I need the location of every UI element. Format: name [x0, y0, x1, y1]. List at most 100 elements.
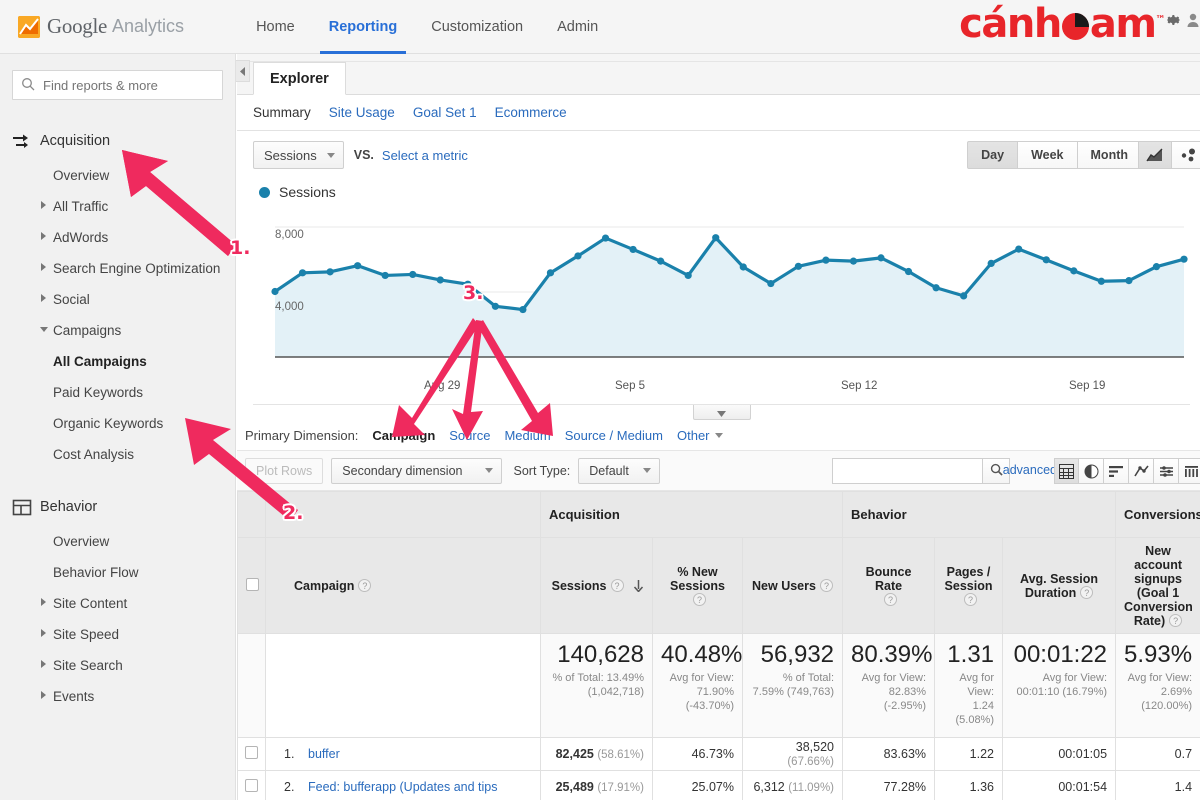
- chart-legend: Sessions: [237, 179, 1200, 205]
- row-checkbox-cell[interactable]: [237, 770, 266, 800]
- column-header-goal-conversion-rate[interactable]: New account signups (Goal 1 Conversion R…: [1115, 537, 1200, 634]
- chart-slider-handle[interactable]: [692, 405, 751, 420]
- performance-view-icon[interactable]: [1104, 458, 1129, 484]
- column-header-avg-session-duration[interactable]: Avg. Session Duration?: [1002, 537, 1117, 634]
- column-header-campaign[interactable]: Campaign?: [265, 537, 541, 634]
- line-chart-icon[interactable]: [1138, 141, 1172, 169]
- row-checkbox[interactable]: [245, 779, 258, 792]
- subtab-ecommerce[interactable]: Ecommerce: [495, 105, 567, 120]
- sidebar-item-organic-keywords[interactable]: Organic Keywords: [0, 408, 235, 439]
- metric-select[interactable]: Sessions: [253, 141, 344, 169]
- secondary-dimension-label: Secondary dimension: [342, 463, 463, 478]
- x-tick-sep5: Sep 5: [615, 380, 646, 392]
- row-dimension-cell[interactable]: 1. buffer: [265, 737, 541, 771]
- sidebar-item-acquisition[interactable]: Acquisition: [0, 122, 235, 160]
- brand-part-2: ánh: [981, 1, 1062, 47]
- sessions-line-chart[interactable]: 8,000 4,000: [253, 205, 1190, 380]
- sort-type-select[interactable]: Default: [578, 457, 660, 484]
- column-header-sessions[interactable]: Sessions?: [540, 537, 653, 634]
- help-icon[interactable]: ?: [884, 593, 898, 606]
- table-row[interactable]: 1. buffer 82,425 (58.61%) 46.73% 38,520 (…: [237, 737, 1200, 771]
- plot-rows-button[interactable]: Plot Rows: [245, 457, 324, 484]
- select-a-metric-link[interactable]: Select a metric: [382, 148, 468, 163]
- google-analytics-screen: Google Analytics Home Reporting Customiz…: [0, 0, 1200, 800]
- sidebar-item-campaigns[interactable]: Campaigns: [0, 315, 235, 346]
- x-tick-sep12: Sep 12: [841, 380, 878, 392]
- granularity-day[interactable]: Day: [967, 141, 1019, 169]
- pie-view-icon[interactable]: [1079, 458, 1104, 484]
- pivot-view-icon[interactable]: [1179, 458, 1200, 484]
- sidebar-item-all-traffic[interactable]: All Traffic: [0, 191, 235, 222]
- select-all-checkbox-cell[interactable]: [237, 537, 266, 634]
- comparison-view-icon[interactable]: [1129, 458, 1154, 484]
- row-conversion-rate: 0.7: [1115, 737, 1200, 771]
- sidebar-item-all-campaigns[interactable]: All Campaigns: [0, 346, 235, 377]
- row-checkbox[interactable]: [245, 746, 258, 759]
- granularity-week[interactable]: Week: [1018, 141, 1078, 169]
- help-icon[interactable]: ?: [610, 579, 624, 592]
- column-header-bounce-rate[interactable]: Bounce Rate?: [842, 537, 936, 634]
- tab-explorer[interactable]: Explorer: [253, 62, 346, 95]
- column-header-pages-session[interactable]: Pages / Session?: [934, 537, 1004, 634]
- sidebar-item-behavior-flow[interactable]: Behavior Flow: [0, 557, 235, 588]
- primary-dimension-source[interactable]: Source: [449, 428, 490, 443]
- sidebar-item-behavior-overview[interactable]: Overview: [0, 526, 235, 557]
- row-dimension-cell[interactable]: 2. Feed: bufferapp (Updates and tips: [265, 770, 541, 800]
- sidebar-item-seo[interactable]: Search Engine Optimization: [0, 253, 235, 284]
- column-header-new-sessions[interactable]: % New Sessions?: [652, 537, 743, 634]
- sidebar-item-events[interactable]: Events: [0, 681, 235, 712]
- primary-dimension-other-link[interactable]: Other: [677, 428, 710, 443]
- row-checkbox-cell[interactable]: [237, 737, 266, 771]
- help-icon[interactable]: ?: [819, 579, 833, 592]
- nav-admin[interactable]: Admin: [540, 0, 615, 54]
- sidebar-item-site-search[interactable]: Site Search: [0, 650, 235, 681]
- table-search[interactable]: [832, 458, 1010, 484]
- sidebar-item-behavior[interactable]: Behavior: [0, 488, 235, 526]
- motion-chart-icon[interactable]: [1172, 141, 1200, 169]
- nav-home[interactable]: Home: [239, 0, 312, 54]
- nav-customization[interactable]: Customization: [414, 0, 540, 54]
- help-icon[interactable]: ?: [1169, 614, 1183, 627]
- row-conversion-rate: 1.4: [1115, 770, 1200, 800]
- nav-reporting[interactable]: Reporting: [312, 0, 414, 54]
- primary-dimension-campaign[interactable]: Campaign: [372, 428, 435, 443]
- acquisition-arrows-icon: [12, 133, 40, 149]
- granularity-month[interactable]: Month: [1077, 141, 1142, 169]
- select-all-checkbox[interactable]: [246, 577, 259, 591]
- sidebar-item-cost-analysis[interactable]: Cost Analysis: [0, 439, 235, 470]
- subtab-site-usage[interactable]: Site Usage: [329, 105, 395, 120]
- table-row[interactable]: 2. Feed: bufferapp (Updates and tips 25,4…: [237, 770, 1200, 800]
- advanced-link[interactable]: advanced: [1003, 463, 1057, 477]
- table-search-input[interactable]: [832, 458, 982, 484]
- primary-dimension-medium[interactable]: Medium: [504, 428, 550, 443]
- sidebar-item-adwords[interactable]: AdWords: [0, 222, 235, 253]
- help-icon[interactable]: ?: [693, 593, 706, 606]
- row-campaign-link[interactable]: buffer: [308, 747, 340, 761]
- sidebar-item-paid-keywords[interactable]: Paid Keywords: [0, 377, 235, 408]
- google-analytics-logo[interactable]: Google Analytics: [18, 14, 184, 39]
- sidebar-item-social[interactable]: Social: [0, 284, 235, 315]
- table-view-icon[interactable]: [1054, 458, 1079, 484]
- help-icon[interactable]: ?: [358, 579, 372, 592]
- help-icon[interactable]: ?: [964, 593, 978, 606]
- primary-dimension-source-medium[interactable]: Source / Medium: [565, 428, 663, 443]
- row-campaign-link[interactable]: Feed: bufferapp (Updates and tips: [308, 780, 497, 794]
- sidebar-collapse-button[interactable]: [236, 60, 250, 82]
- subtab-summary[interactable]: Summary: [253, 105, 311, 120]
- summary-avg-duration-value: 00:01:22: [1013, 641, 1108, 668]
- sidebar-item-site-speed[interactable]: Site Speed: [0, 619, 235, 650]
- search-input[interactable]: [41, 76, 214, 94]
- help-icon[interactable]: ?: [1080, 586, 1094, 599]
- sidebar-item-acq-overview[interactable]: Overview: [0, 160, 235, 191]
- subtab-goal-set-1[interactable]: Goal Set 1: [413, 105, 477, 120]
- summary-blank-cell: [237, 633, 266, 738]
- sidebar-item-label: Events: [53, 689, 95, 704]
- primary-dimension-other[interactable]: Other: [677, 428, 723, 443]
- summary-dimension-cell: [265, 633, 541, 738]
- find-reports-search[interactable]: [12, 70, 223, 100]
- secondary-dimension-select[interactable]: Secondary dimension: [331, 457, 502, 484]
- chart-range-slider[interactable]: [253, 404, 1190, 421]
- column-header-new-users[interactable]: New Users?: [741, 537, 844, 634]
- term-cloud-view-icon[interactable]: [1154, 458, 1179, 484]
- sidebar-item-site-content[interactable]: Site Content: [0, 588, 235, 619]
